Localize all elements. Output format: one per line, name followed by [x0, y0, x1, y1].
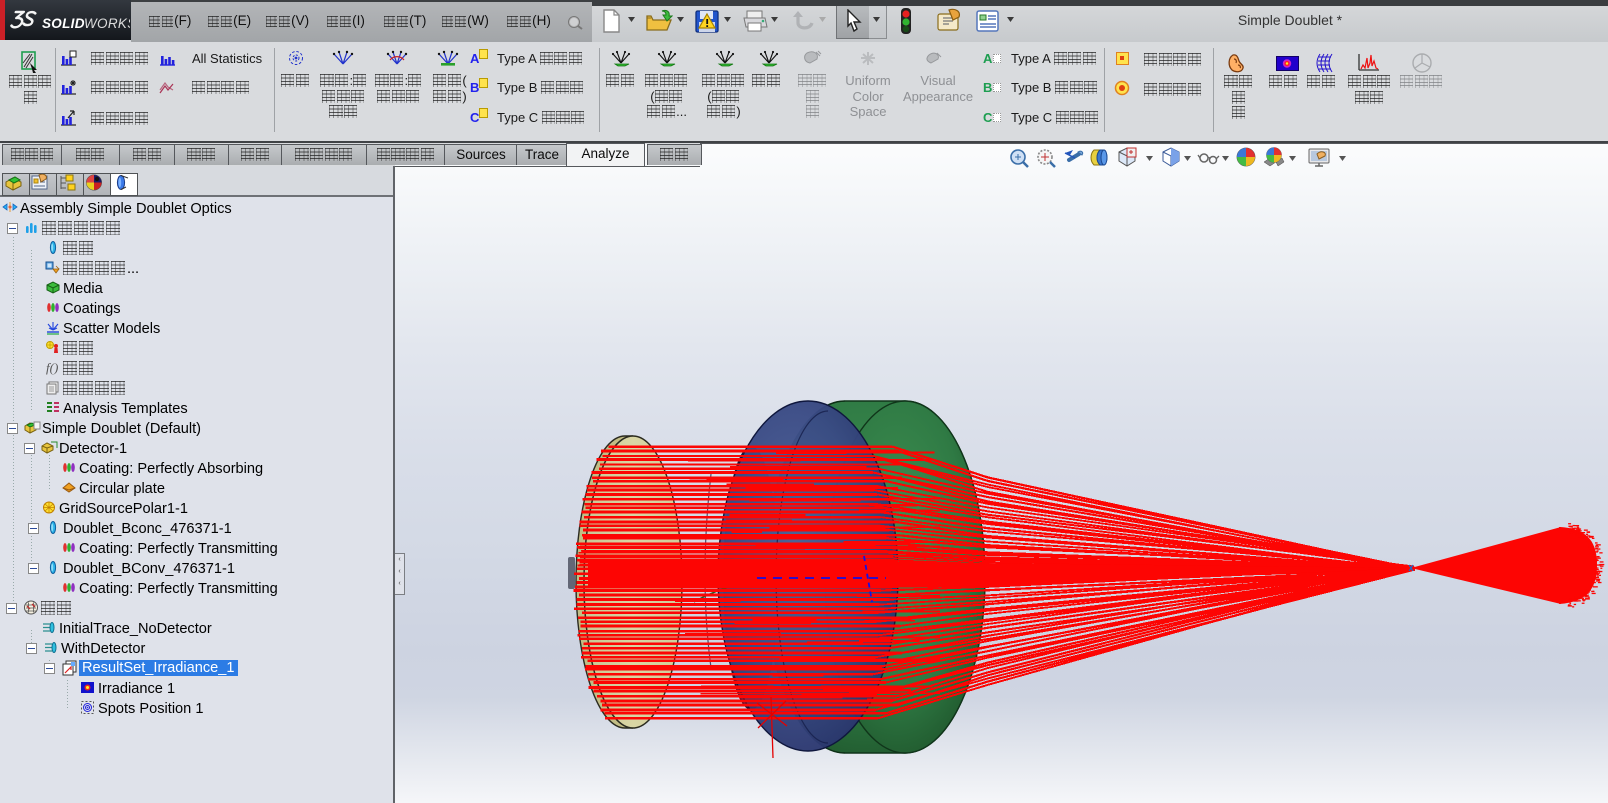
svg-text:f(): f() — [46, 360, 58, 375]
